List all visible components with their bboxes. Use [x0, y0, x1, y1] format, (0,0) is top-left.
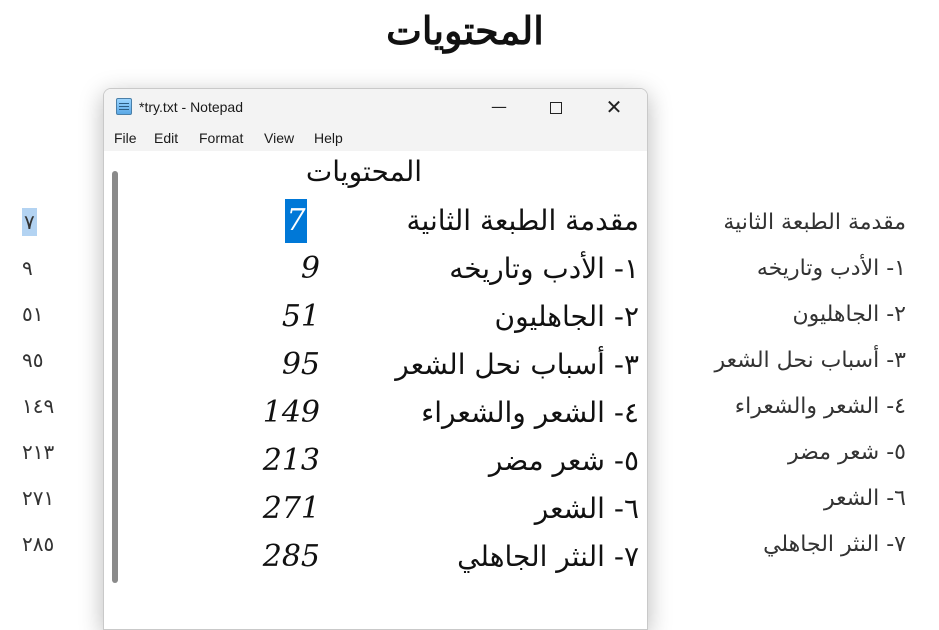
editor-entry: ٣- أسباب نحل الشعر [395, 348, 639, 381]
document-page-number: ١٤٩ [22, 394, 55, 418]
minimize-button[interactable]: — [476, 89, 522, 125]
document-entry: ٢- الجاهليون [792, 302, 906, 327]
editor-page-number: 95 [281, 347, 320, 382]
close-button[interactable]: ✕ [591, 89, 637, 125]
editor-entry: ٤- الشعر والشعراء [421, 396, 639, 429]
document-entry: ١- الأدب وتاريخه [756, 256, 906, 281]
menu-help[interactable]: Help [314, 129, 343, 147]
menu-format[interactable]: Format [199, 129, 243, 147]
editor-title-line: المحتويات [305, 155, 423, 188]
document-page-number: ٩ [22, 256, 33, 280]
editor-entry: ٧- النثر الجاهلي [457, 540, 639, 573]
editor-entry: مقدمة الطبعة الثانية [406, 204, 639, 237]
document-page-number: ٩٥ [22, 348, 44, 372]
editor-page-number: 149 [262, 395, 320, 430]
editor-page-number: 51 [281, 299, 320, 334]
notepad-window: *try.txt - Notepad — ✕ File Edit Format … [103, 88, 648, 630]
maximize-icon [550, 101, 562, 114]
document-entry: ٤- الشعر والشعراء [734, 394, 906, 419]
editor-entry: ١- الأدب وتاريخه [449, 252, 639, 285]
editor-entry: ٢- الجاهليون [494, 300, 639, 333]
document-page-number: ٢١٣ [22, 440, 55, 464]
document-entry: ٦- الشعر [824, 486, 906, 511]
document-entry: ٣- أسباب نحل الشعر [714, 348, 906, 373]
vertical-scrollbar[interactable] [112, 171, 118, 583]
document-page-number-selected: ٧ [22, 208, 37, 236]
selected-page-number: 7 [285, 199, 307, 243]
document-entry: مقدمة الطبعة الثانية [723, 210, 906, 235]
editor-entry: ٥- شعر مضر [488, 444, 639, 477]
menu-bar: File Edit Format View Help [104, 125, 647, 151]
editor-page-number: 213 [262, 443, 320, 478]
menu-view[interactable]: View [264, 129, 294, 147]
editor-page-number: 285 [262, 539, 320, 574]
maximize-button[interactable] [533, 89, 579, 125]
title-bar[interactable]: *try.txt - Notepad — ✕ [104, 89, 647, 125]
document-entry: ٧- النثر الجاهلي [763, 532, 906, 557]
document-page-number: ٢٨٥ [22, 532, 55, 556]
document-page-number: ٢٧١ [22, 486, 55, 510]
document-page-number: ٥١ [22, 302, 44, 326]
window-title: *try.txt - Notepad [139, 99, 244, 115]
editor-page-number: 9 [300, 251, 320, 286]
notepad-icon [116, 98, 132, 115]
document-entry: ٥- شعر مضر [788, 440, 906, 465]
menu-edit[interactable]: Edit [154, 129, 178, 147]
document-title: المحتويات [386, 8, 544, 53]
editor-page-number: 271 [262, 491, 320, 526]
text-editor[interactable]: المحتويات 7 9 51 95 149 213 271 285 مقدم… [104, 151, 647, 629]
editor-entry: ٦- الشعر [534, 492, 639, 525]
menu-file[interactable]: File [114, 129, 137, 147]
